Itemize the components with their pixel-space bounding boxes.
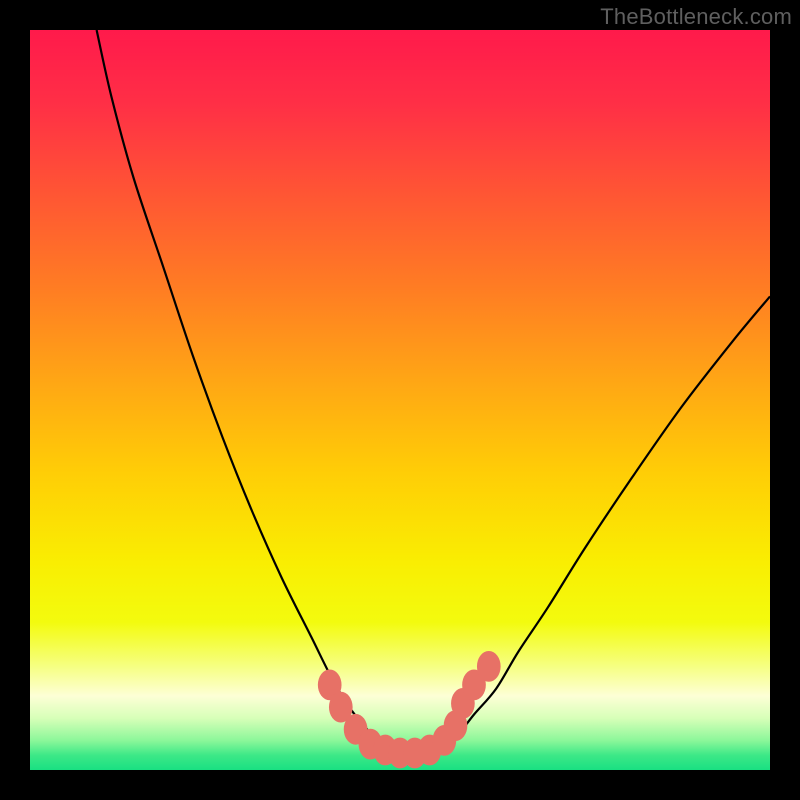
marker-dot xyxy=(477,651,501,682)
gradient-background xyxy=(30,30,770,770)
watermark-label: TheBottleneck.com xyxy=(600,4,792,30)
plot-area xyxy=(30,30,770,770)
chart-container: TheBottleneck.com xyxy=(0,0,800,800)
bottleneck-chart xyxy=(30,30,770,770)
